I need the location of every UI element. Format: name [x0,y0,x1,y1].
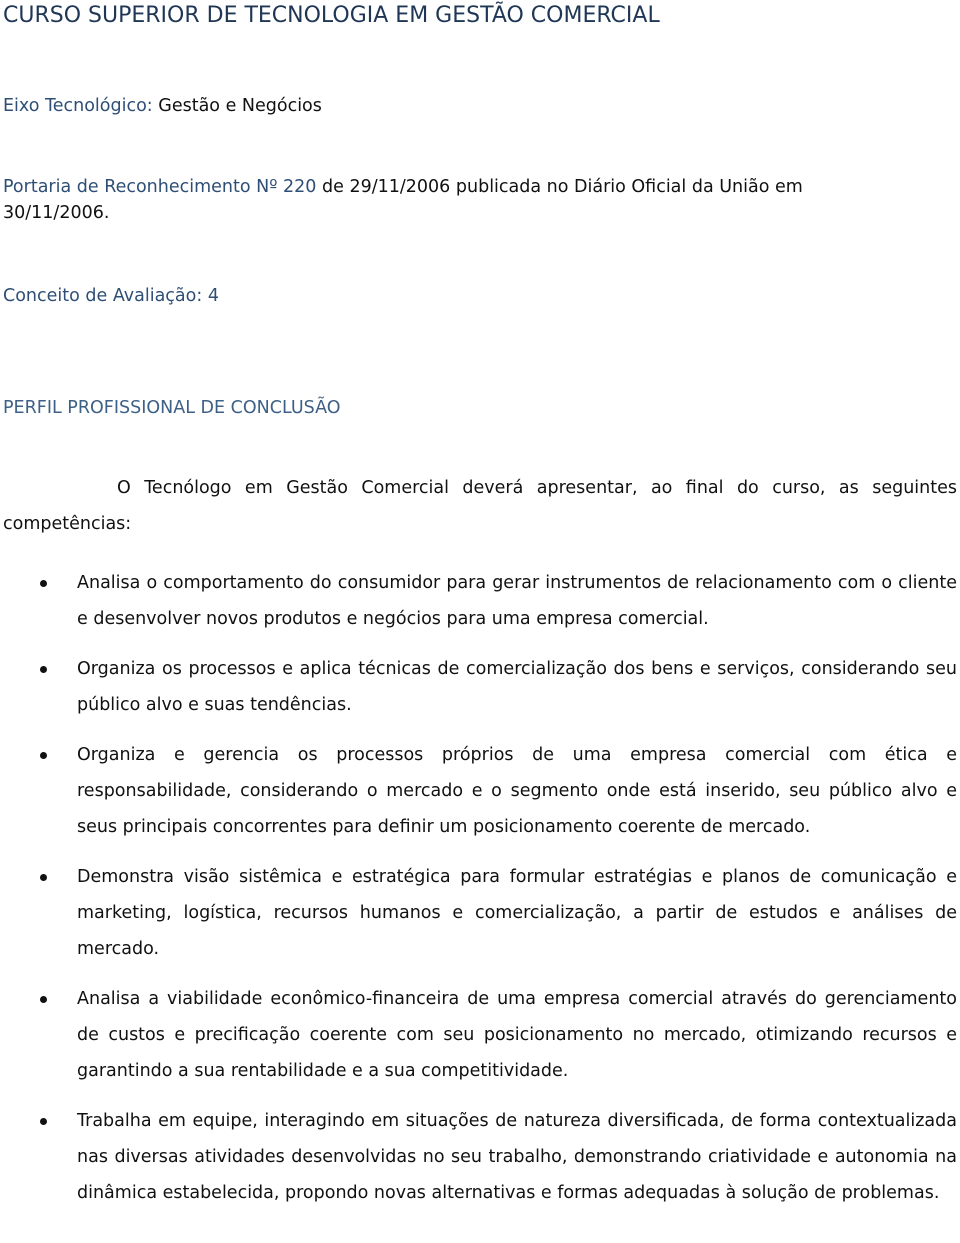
competency-text: Organiza e gerencia os processos próprio… [77,745,957,837]
portaria-text-2: 30/11/2006. [3,203,110,223]
portaria-text-1: de 29/11/2006 publicada no Diário Oficia… [322,177,803,197]
bullet-icon [40,580,47,587]
bullet-icon [40,666,47,673]
competency-text: Demonstra visão sistêmica e estratégica … [77,867,957,959]
conceito-label: Conceito de Avaliação: [3,286,203,306]
portaria-line-1: Portaria de Reconhecimento Nº 220 de 29/… [3,177,803,197]
portaria-line-2: 30/11/2006. [3,203,109,223]
list-item: Organiza os processos e aplica técnicas … [3,651,957,723]
competency-text: Analisa o comportamento do consumidor pa… [77,573,957,629]
list-item: Organiza e gerencia os processos próprio… [3,737,957,845]
section-heading: PERFIL PROFISSIONAL DE CONCLUSÃO [3,398,341,418]
competency-text: Organiza os processos e aplica técnicas … [77,659,957,715]
list-item: Analisa o comportamento do consumidor pa… [3,565,957,637]
document-title: CURSO SUPERIOR DE TECNOLOGIA EM GESTÃO C… [3,3,660,28]
competency-text: Trabalha em equipe, interagindo em situa… [77,1111,957,1203]
intro-paragraph: O Tecnólogo em Gestão Comercial deverá a… [3,478,957,534]
bullet-icon [40,874,47,881]
bullet-icon [40,752,47,759]
bullet-icon [40,996,47,1003]
list-item: Analisa a viabilidade econômico-financei… [3,981,957,1089]
portaria-label: Portaria de Reconhecimento Nº 220 [3,177,317,197]
conceito-line: Conceito de Avaliação: 4 [3,286,219,306]
bullet-icon [40,1118,47,1125]
eixo-value: Gestão e Negócios [158,96,322,116]
competency-text: Analisa a viabilidade econômico-financei… [77,989,957,1081]
list-item: Demonstra visão sistêmica e estratégica … [3,859,957,967]
eixo-label: Eixo Tecnológico: [3,96,153,116]
list-item: Trabalha em equipe, interagindo em situa… [3,1103,957,1211]
competencies-list: Analisa o comportamento do consumidor pa… [3,565,957,1211]
eixo-tecnologico-line: Eixo Tecnológico: Gestão e Negócios [3,96,322,116]
conceito-value: 4 [207,286,219,306]
